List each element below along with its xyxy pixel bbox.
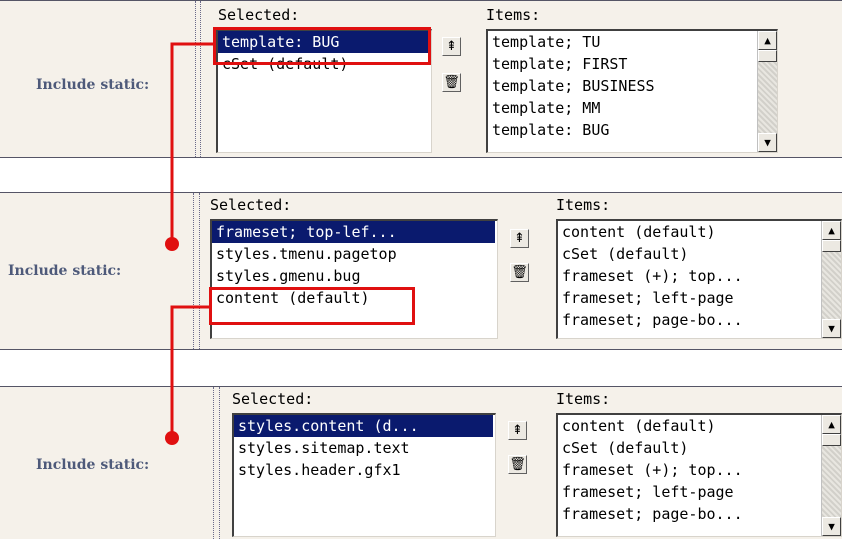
connector-line-1 [170,42,213,244]
connector-lines [165,42,213,445]
connector-dot-2 [165,431,179,445]
connector-line-2 [170,305,209,438]
connector-dot-1 [165,237,179,251]
